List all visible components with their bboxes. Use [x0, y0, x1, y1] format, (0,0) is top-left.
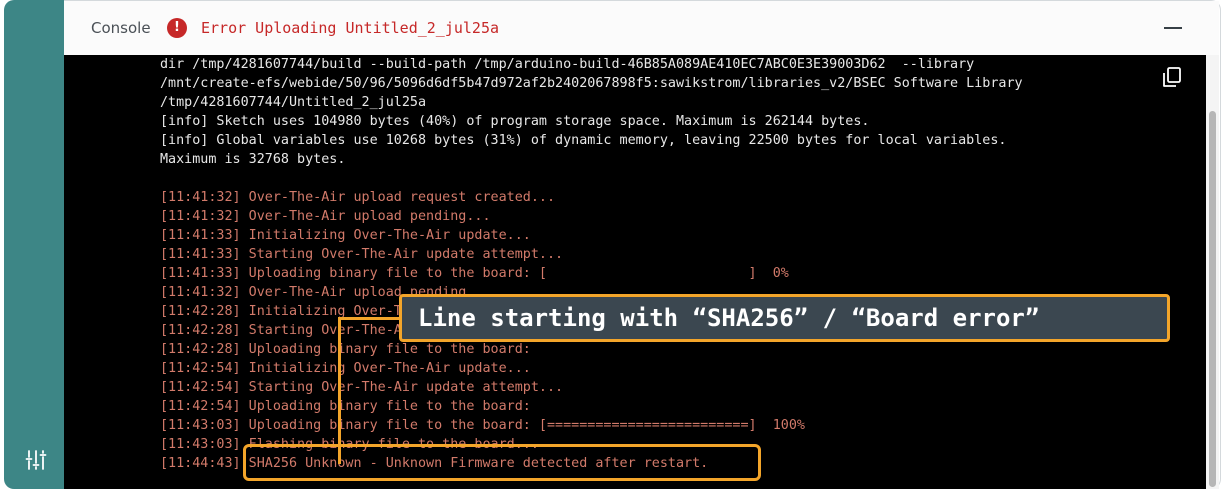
console-line: [11:42:54] Uploading binary file to the … — [160, 399, 531, 414]
console-line: [11:41:33] Initializing Over-The-Air upd… — [160, 228, 531, 243]
tune-sliders-icon[interactable] — [24, 448, 48, 472]
console-line: Maximum is 32768 bytes. — [160, 152, 346, 167]
console-line: [11:42:54] Initializing Over-The-Air upd… — [160, 361, 531, 376]
minimize-icon[interactable] — [1164, 27, 1182, 29]
left-sidebar — [4, 0, 64, 489]
console-output[interactable]: dir /tmp/4281607744/build --build-path /… — [64, 55, 1206, 489]
console-line: [11:41:33] Starting Over-The-Air update … — [160, 247, 564, 262]
console-line: dir /tmp/4281607744/build --build-path /… — [160, 57, 975, 72]
console-lines: dir /tmp/4281607744/build --build-path /… — [160, 55, 1023, 473]
scrollbar-thumb[interactable] — [1209, 111, 1216, 487]
console-line: /tmp/4281607744/Untitled_2_jul25a — [160, 95, 427, 110]
console-line: /mnt/create-efs/webide/50/96/5096d6df5b4… — [160, 76, 1023, 91]
callout-connector — [338, 318, 341, 464]
console-panel: Console ! Error Uploading Untitled_2_jul… — [64, 0, 1221, 489]
console-line: [info] Sketch uses 104980 bytes (40%) of… — [160, 114, 870, 129]
upload-status-text: Error Uploading Untitled_2_jul25a — [201, 19, 500, 37]
console-title: Console — [91, 19, 151, 37]
annotation-callout: Line starting with “SHA256” / “Board err… — [399, 294, 1170, 342]
console-line: [11:43:03] Uploading binary file to the … — [160, 418, 805, 433]
console-line: [11:42:28] Uploading binary file to the … — [160, 342, 531, 357]
console-line: [11:42:54] Starting Over-The-Air update … — [160, 380, 564, 395]
highlight-box-sha256-line — [243, 444, 761, 481]
console-line: [11:41:32] Over-The-Air upload request c… — [160, 190, 556, 205]
error-icon: ! — [167, 18, 187, 38]
callout-connector — [338, 317, 400, 320]
console-line: [info] Global variables use 10268 bytes … — [160, 133, 1007, 148]
console-scrollbar[interactable] — [1206, 55, 1219, 489]
copy-icon[interactable] — [1160, 65, 1184, 89]
console-header: Console ! Error Uploading Untitled_2_jul… — [64, 1, 1219, 55]
console-line: [11:41:32] Over-The-Air upload pending..… — [160, 209, 491, 224]
console-line: [11:41:33] Uploading binary file to the … — [160, 266, 789, 281]
